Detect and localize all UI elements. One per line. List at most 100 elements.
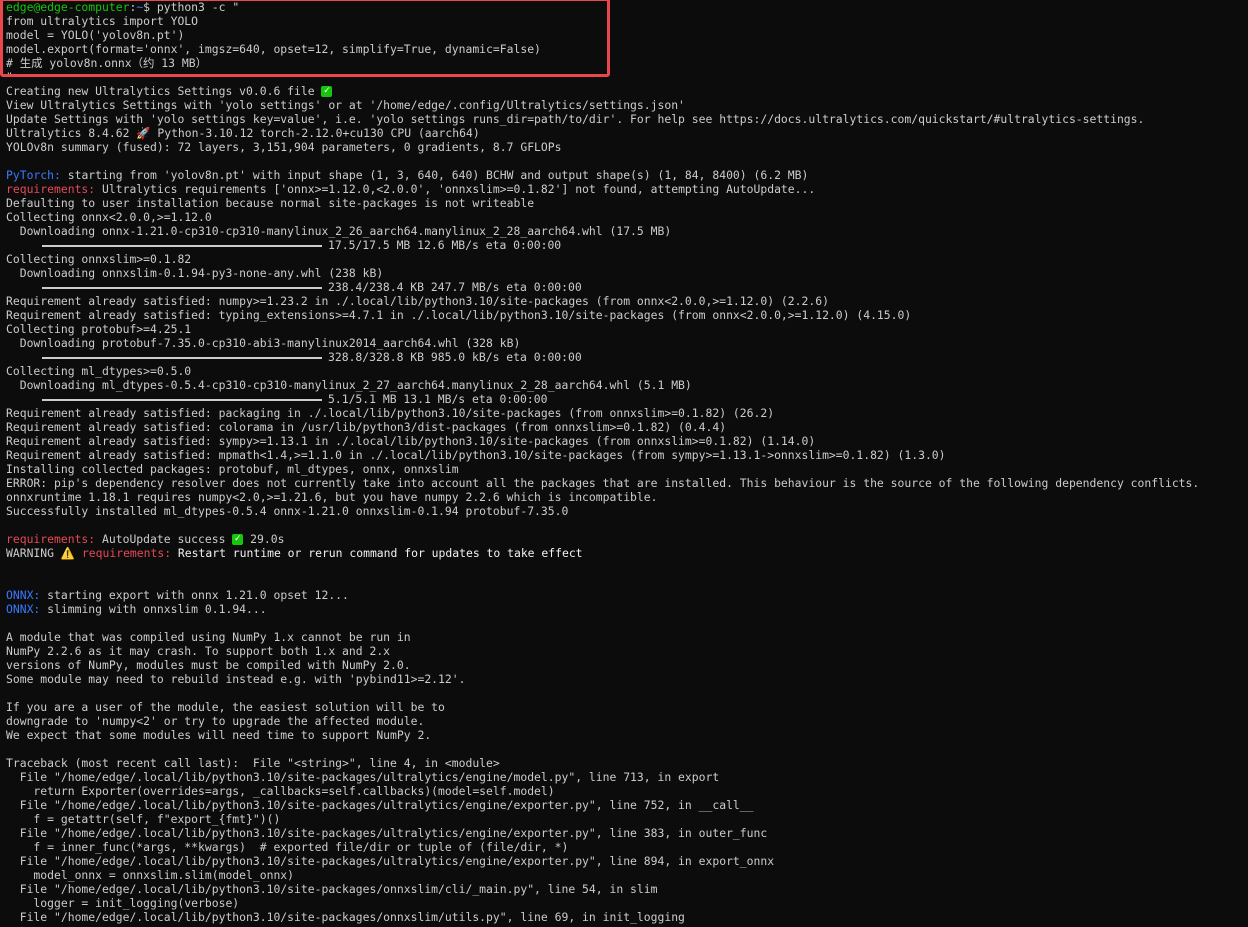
script-line: " bbox=[6, 70, 13, 84]
requirements-label: requirements: bbox=[6, 182, 96, 196]
onnx-label: ONNX: bbox=[6, 588, 41, 602]
traceback-line: File "/home/edge/.local/lib/python3.10/s… bbox=[6, 882, 658, 896]
pip-line: Collecting ml_dtypes>=0.5.0 bbox=[6, 364, 192, 378]
autoupdate-time: 29.0s bbox=[243, 532, 285, 546]
traceback-line: logger = init_logging(verbose) bbox=[6, 896, 240, 910]
traceback-line: File "/home/edge/.local/lib/python3.10/s… bbox=[6, 798, 754, 812]
pip-line: onnxruntime 1.18.1 requires numpy<2.0,>=… bbox=[6, 490, 658, 504]
pip-line: Downloading ml_dtypes-0.5.4-cp310-cp310-… bbox=[6, 378, 692, 392]
onnx-label: ONNX: bbox=[6, 602, 41, 616]
progress-bar bbox=[42, 286, 322, 289]
numpy-advice-line: downgrade to 'numpy<2' or try to upgrade… bbox=[6, 714, 425, 728]
pip-line: Downloading protobuf-7.35.0-cp310-abi3-m… bbox=[6, 336, 521, 350]
onnx-text: slimming with onnxslim 0.1.94... bbox=[40, 602, 267, 616]
model-summary-line: YOLOv8n summary (fused): 72 layers, 3,15… bbox=[6, 140, 562, 154]
numpy-warning-line: Some module may need to rebuild instead … bbox=[6, 672, 466, 686]
traceback-line: f = getattr(self, f"export_{fmt}")() bbox=[6, 812, 281, 826]
pip-line: Downloading onnxslim-0.1.94-py3-none-any… bbox=[6, 266, 384, 280]
pip-line: Downloading onnx-1.21.0-cp310-cp310-many… bbox=[6, 224, 672, 238]
pip-line: Installing collected packages: protobuf,… bbox=[6, 462, 459, 476]
requirements-label: requirements: bbox=[81, 546, 172, 560]
output-line: Update Settings with 'yolo settings key=… bbox=[6, 112, 1145, 126]
rocket-icon: 🚀 bbox=[136, 126, 151, 140]
pytorch-line: PyTorch: starting from 'yolov8n.pt' with… bbox=[0, 168, 1248, 182]
check-icon: ✓ bbox=[321, 86, 333, 97]
download-progress-line: 238.4/238.4 KB 247.7 MB/s eta 0:00:00 bbox=[0, 280, 1248, 294]
numpy-warning-line: versions of NumPy, modules must be compi… bbox=[6, 658, 411, 672]
traceback-line: Traceback (most recent call last): File … bbox=[6, 756, 500, 770]
numpy-advice-line: If you are a user of the module, the eas… bbox=[6, 700, 445, 714]
onnx-line: ONNX: starting export with onnx 1.21.0 o… bbox=[0, 588, 1248, 602]
warning-icon: ⚠️ bbox=[60, 546, 76, 560]
pip-line: Collecting protobuf>=4.25.1 bbox=[6, 322, 192, 336]
script-line: # 生成 yolov8n.onnx（约 13 MB） bbox=[6, 56, 207, 70]
numpy-advice-line: We expect that some modules will need ti… bbox=[6, 728, 432, 742]
pytorch-label: PyTorch: bbox=[6, 168, 61, 182]
pip-line: Requirement already satisfied: mpmath<1.… bbox=[6, 448, 946, 462]
script-block: from ultralytics import YOLO model = YOL… bbox=[0, 14, 1248, 84]
traceback-line: File "/home/edge/.local/lib/python3.10/s… bbox=[6, 826, 768, 840]
pip-line: Collecting onnx<2.0.0,>=1.12.0 bbox=[6, 210, 212, 224]
traceback-line: File "/home/edge/.local/lib/python3.10/s… bbox=[6, 854, 775, 868]
requirements-label: requirements: bbox=[6, 532, 96, 546]
autoupdate-text: AutoUpdate success bbox=[95, 532, 233, 546]
version-line: Ultralytics 8.4.62 🚀 Python-3.10.12 torc… bbox=[0, 126, 1248, 140]
script-line: model.export(format='onnx', imgsz=640, o… bbox=[6, 42, 541, 56]
version-text: Ultralytics 8.4.62 bbox=[6, 126, 137, 140]
warning-word: WARNING bbox=[6, 546, 61, 560]
warning-line: WARNING ⚠️ requirements: Restart runtime… bbox=[0, 546, 1248, 560]
progress-text: 5.1/5.1 MB 13.1 MB/s eta 0:00:00 bbox=[328, 392, 548, 406]
script-line: from ultralytics import YOLO bbox=[6, 14, 199, 28]
progress-bar bbox=[42, 244, 322, 247]
onnx-text: starting export with onnx 1.21.0 opset 1… bbox=[40, 588, 349, 602]
numpy-warning-line: A module that was compiled using NumPy 1… bbox=[6, 630, 411, 644]
download-progress-line: 5.1/5.1 MB 13.1 MB/s eta 0:00:00 bbox=[0, 392, 1248, 406]
autoupdate-line: requirements: AutoUpdate success ✓ 29.0s bbox=[0, 532, 1248, 546]
pip-line: Requirement already satisfied: sympy>=1.… bbox=[6, 434, 816, 448]
command-prompt-line: edge@edge-computer:~$ python3 -c " bbox=[6, 0, 240, 14]
progress-text: 328.8/328.8 KB 985.0 kB/s eta 0:00:00 bbox=[328, 350, 582, 364]
pip-line: Requirement already satisfied: packaging… bbox=[6, 406, 775, 420]
progress-bar bbox=[42, 356, 322, 359]
check-icon: ✓ bbox=[232, 534, 244, 545]
pip-line: Requirement already satisfied: numpy>=1.… bbox=[6, 294, 829, 308]
onnx-line: ONNX: slimming with onnxslim 0.1.94... bbox=[0, 602, 1248, 616]
progress-bar bbox=[42, 398, 322, 401]
pip-error-line: ERROR: pip's dependency resolver does no… bbox=[6, 476, 1200, 490]
pip-line: Successfully installed ml_dtypes-0.5.4 o… bbox=[6, 504, 569, 518]
settings-created-line: Creating new Ultralytics Settings v0.0.6… bbox=[0, 84, 1248, 98]
traceback-line: f = inner_func(*args, **kwargs) # export… bbox=[6, 840, 569, 854]
traceback-line: return Exporter(overrides=args, _callbac… bbox=[6, 784, 555, 798]
prompt-symbol: $ bbox=[143, 0, 151, 14]
download-progress-line: 17.5/17.5 MB 12.6 MB/s eta 0:00:00 bbox=[0, 238, 1248, 252]
pip-line: Defaulting to user installation because … bbox=[6, 196, 535, 210]
pip-line: Collecting onnxslim>=0.1.82 bbox=[6, 252, 192, 266]
script-line: model = YOLO('yolov8n.pt') bbox=[6, 28, 185, 42]
pip-line: Requirement already satisfied: typing_ex… bbox=[6, 308, 912, 322]
requirements-line: requirements: Ultralytics requirements [… bbox=[0, 182, 1248, 196]
pytorch-text: starting from 'yolov8n.pt' with input sh… bbox=[60, 168, 809, 182]
terminal-window[interactable]: edge@edge-computer:~$ python3 -c " from … bbox=[0, 0, 1248, 927]
progress-text: 238.4/238.4 KB 247.7 MB/s eta 0:00:00 bbox=[328, 280, 582, 294]
progress-text: 17.5/17.5 MB 12.6 MB/s eta 0:00:00 bbox=[328, 238, 562, 252]
numpy-warning-line: NumPy 2.2.6 as it may crash. To support … bbox=[6, 644, 391, 658]
warning-text: Restart runtime or rerun command for upd… bbox=[171, 546, 583, 560]
traceback-line: File "/home/edge/.local/lib/python3.10/s… bbox=[6, 910, 685, 924]
version-runtime-text: Python-3.10.12 torch-2.12.0+cu130 CPU (a… bbox=[150, 126, 480, 140]
pip-line: Requirement already satisfied: colorama … bbox=[6, 420, 727, 434]
output-line: View Ultralytics Settings with 'yolo set… bbox=[6, 98, 685, 112]
traceback-line: File "/home/edge/.local/lib/python3.10/s… bbox=[6, 770, 720, 784]
prompt-user: edge@edge-computer bbox=[6, 0, 130, 14]
prompt-command: python3 -c " bbox=[150, 0, 240, 14]
download-progress-line: 328.8/328.8 KB 985.0 kB/s eta 0:00:00 bbox=[0, 350, 1248, 364]
settings-created-text: Creating new Ultralytics Settings v0.0.6… bbox=[6, 84, 322, 98]
requirements-text: Ultralytics requirements ['onnx>=1.12.0,… bbox=[95, 182, 816, 196]
traceback-line: model_onnx = onnxslim.slim(model_onnx) bbox=[6, 868, 295, 882]
